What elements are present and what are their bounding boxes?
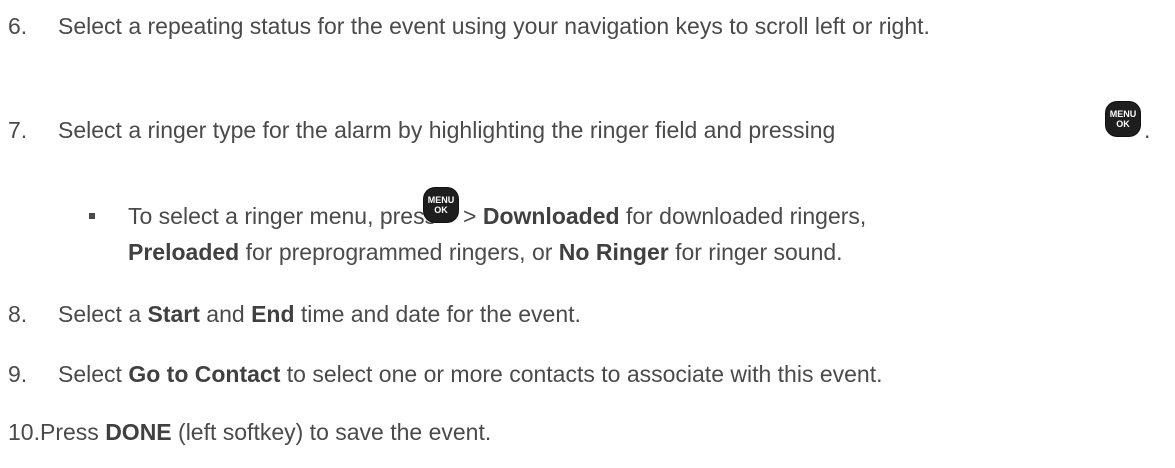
step-10: 10. Press DONE (left softkey) to save th…	[0, 418, 1175, 446]
sub-bullet-rest: > Downloaded for downloaded ringers,	[463, 202, 866, 230]
preloaded-term: Preloaded	[128, 239, 240, 265]
step-number: 6.	[8, 13, 28, 39]
step-text-part: time and date for the event.	[294, 301, 581, 327]
key-label-ok: OK	[1116, 119, 1130, 129]
step-number: 9.	[8, 361, 28, 387]
step-number: 7.	[8, 117, 28, 143]
sub-bullet-text-4: for ringer sound.	[668, 239, 843, 265]
step-9: 9. Select Go to Contact to select one or…	[0, 360, 1175, 388]
sub-bullet-text-3: for preprogrammed ringers, or	[239, 239, 559, 265]
done-term: DONE	[105, 419, 172, 445]
sub-bullet-text-1: To select a ringer menu, press	[128, 203, 437, 229]
end-term: End	[251, 301, 295, 327]
downloaded-term: Downloaded	[482, 203, 620, 229]
step-text: Select a Start and End time and date for…	[58, 300, 581, 328]
step-text: Press DONE (left softkey) to save the ev…	[40, 418, 491, 446]
step-text-part: Press	[40, 419, 106, 445]
step-period: .	[1144, 117, 1151, 143]
key-label-ok: OK	[434, 205, 448, 215]
no-ringer-term: No Ringer	[558, 239, 669, 265]
gt-sep: >	[463, 203, 483, 229]
step-6: 6. Select a repeating status for the eve…	[0, 12, 1175, 40]
step-7: 7. Select a ringer type for the alarm by…	[0, 116, 1175, 144]
step-number: 10.	[8, 419, 40, 445]
sub-bullet-line-2-content: Preloaded for preprogrammed ringers, or …	[128, 238, 843, 266]
key-label-menu: MENU	[1109, 109, 1137, 119]
step-number: 8.	[8, 301, 28, 327]
menu-ok-key-icon: MENU OK	[424, 188, 458, 222]
go-to-contact-term: Go to Contact	[128, 361, 281, 387]
step-text: Select a repeating status for the event …	[58, 13, 930, 39]
step-text-part: to select one or more contacts to associ…	[280, 361, 883, 387]
step-text-part: (left softkey) to save the event.	[171, 419, 492, 445]
step-text: Select Go to Contact to select one or mo…	[58, 360, 883, 388]
sub-bullet-line-1: To select a ringer menu, press > Downloa…	[0, 202, 1175, 230]
step-8: 8. Select a Start and End time and date …	[0, 300, 1175, 328]
menu-ok-key-icon: MENU OK	[1106, 102, 1140, 136]
step-text-part: Select a	[58, 301, 148, 327]
step-text-part: Select	[58, 361, 129, 387]
key-label-menu: MENU	[427, 195, 455, 205]
step-text-part: and	[199, 301, 252, 327]
sub-bullet-line-2: Preloaded for preprogrammed ringers, or …	[0, 238, 1175, 266]
start-term: Start	[147, 301, 200, 327]
step-text: Select a ringer type for the alarm by hi…	[58, 117, 836, 143]
sub-bullet-text-2: for downloaded ringers,	[619, 203, 867, 229]
